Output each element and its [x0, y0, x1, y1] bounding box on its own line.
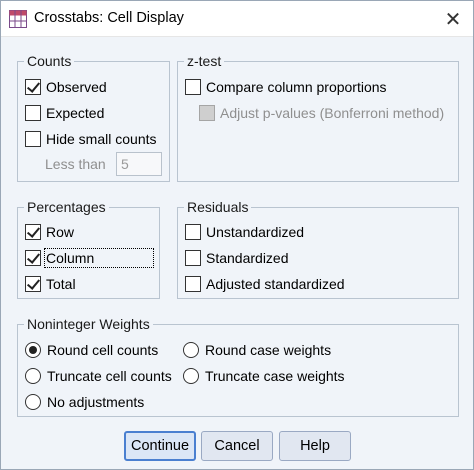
truncate-cell-radio-icon — [25, 368, 41, 384]
hide-small-check-icon — [25, 131, 41, 147]
truncate-cell-label: Truncate cell counts — [47, 368, 172, 384]
continue-button[interactable]: Continue — [124, 431, 196, 461]
row-check-icon — [25, 224, 41, 240]
expected-label: Expected — [46, 105, 105, 121]
unstandardized-label: Unstandardized — [206, 224, 305, 240]
row-checkbox[interactable]: Row — [25, 222, 74, 242]
unstandardized-check-icon — [185, 224, 201, 240]
compare-column-proportions-checkbox[interactable]: Compare column proportions — [185, 77, 387, 97]
crosstabs-table-icon — [9, 10, 27, 28]
adjusted-standardized-check-icon — [185, 276, 201, 292]
round-case-label: Round case weights — [205, 342, 332, 358]
no-adjust-radio-icon — [25, 394, 41, 410]
compare-label: Compare column proportions — [206, 79, 387, 95]
window-title: Crosstabs: Cell Display — [34, 10, 184, 26]
adjust-check-icon — [199, 105, 215, 121]
total-checkbox[interactable]: Total — [25, 274, 76, 294]
round-cell-radio-icon — [25, 342, 41, 358]
less-than-label: Less than — [45, 154, 106, 174]
cancel-button[interactable]: Cancel — [201, 431, 273, 461]
truncate-case-weights-radio[interactable]: Truncate case weights — [183, 366, 345, 386]
no-adjustments-radio[interactable]: No adjustments — [25, 392, 144, 412]
less-than-text: Less than — [45, 156, 106, 172]
column-label: Column — [43, 248, 155, 268]
compare-check-icon — [185, 79, 201, 95]
hide-small-counts-checkbox[interactable]: Hide small counts — [25, 129, 157, 149]
standardized-label: Standardized — [206, 250, 289, 266]
column-checkbox[interactable]: Column — [25, 248, 155, 268]
total-label: Total — [46, 276, 76, 292]
no-adjust-label: No adjustments — [47, 394, 145, 410]
adjust-p-values-checkbox: Adjust p-values (Bonferroni method) — [199, 103, 444, 123]
title-bar: Crosstabs: Cell Display ✕ — [1, 1, 473, 37]
observed-checkbox[interactable]: Observed — [25, 77, 107, 97]
crosstabs-cell-display-dialog: Crosstabs: Cell Display ✕ Counts Observe… — [0, 0, 474, 470]
residuals-legend: Residuals — [184, 198, 252, 216]
expected-check-icon — [25, 105, 41, 121]
ztest-legend: z-test — [184, 52, 225, 70]
round-case-weights-radio[interactable]: Round case weights — [183, 340, 331, 360]
help-button[interactable]: Help — [279, 431, 351, 461]
close-icon[interactable]: ✕ — [443, 9, 463, 29]
truncate-case-label: Truncate case weights — [205, 368, 345, 384]
round-cell-counts-radio[interactable]: Round cell counts — [25, 340, 158, 360]
total-check-icon — [25, 276, 41, 292]
adjusted-standardized-label: Adjusted standardized — [206, 276, 345, 292]
unstandardized-checkbox[interactable]: Unstandardized — [185, 222, 304, 242]
counts-legend: Counts — [24, 52, 75, 70]
standardized-checkbox[interactable]: Standardized — [185, 248, 289, 268]
less-than-input[interactable]: 5 — [116, 152, 162, 176]
adjust-label: Adjust p-values (Bonferroni method) — [220, 105, 445, 121]
adjusted-standardized-checkbox[interactable]: Adjusted standardized — [185, 274, 345, 294]
standardized-check-icon — [185, 250, 201, 266]
column-check-icon — [25, 250, 41, 266]
row-label: Row — [46, 224, 75, 240]
percentages-legend: Percentages — [24, 198, 109, 216]
expected-checkbox[interactable]: Expected — [25, 103, 104, 123]
observed-check-icon — [25, 79, 41, 95]
truncate-cell-counts-radio[interactable]: Truncate cell counts — [25, 366, 172, 386]
weights-legend: Noninteger Weights — [24, 315, 153, 333]
round-case-radio-icon — [183, 342, 199, 358]
truncate-case-radio-icon — [183, 368, 199, 384]
round-cell-label: Round cell counts — [47, 342, 159, 358]
hide-small-label: Hide small counts — [46, 131, 157, 147]
observed-label: Observed — [46, 79, 107, 95]
